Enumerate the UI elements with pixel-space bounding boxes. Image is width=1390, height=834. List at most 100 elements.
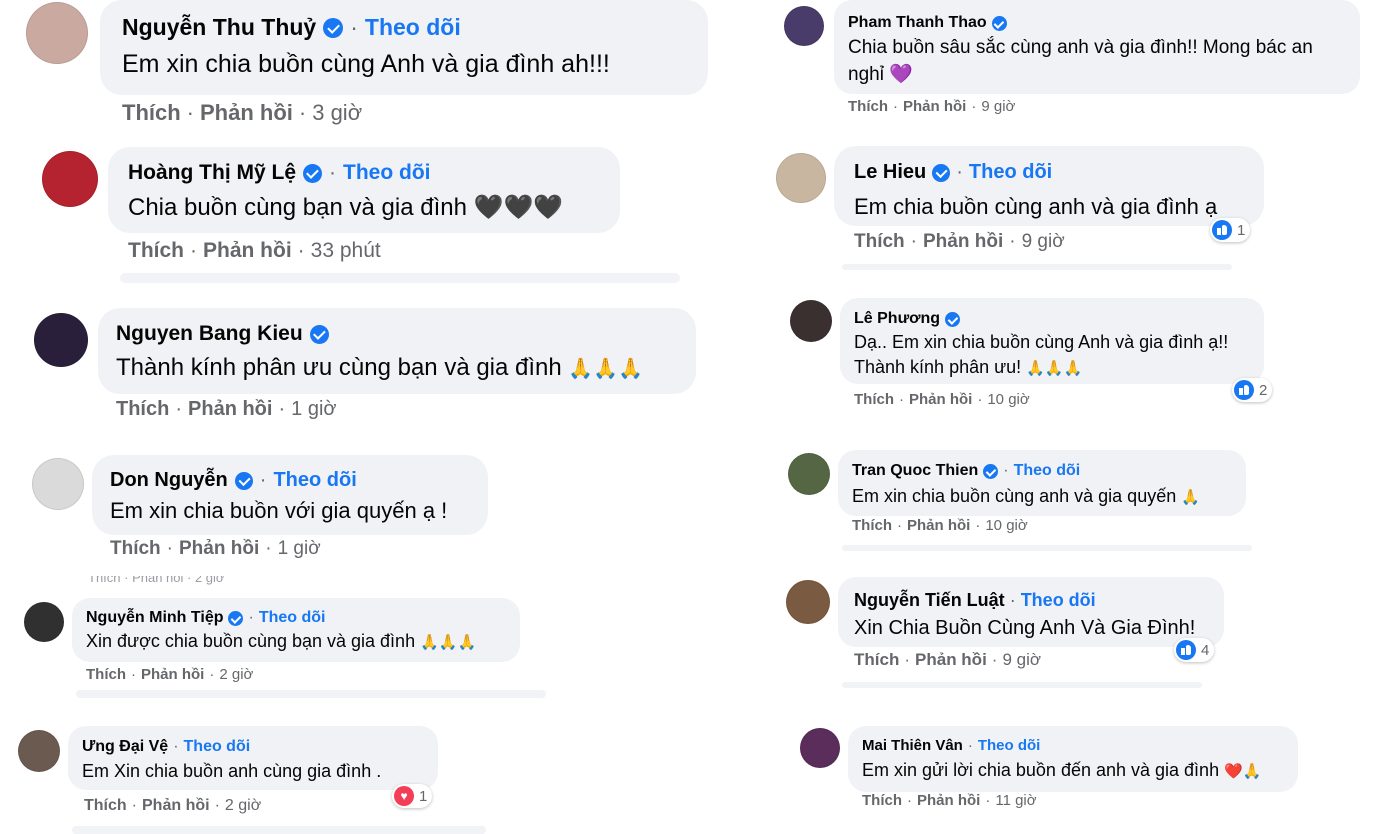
author-name[interactable]: Le Hieu	[854, 161, 926, 184]
timestamp[interactable]: 3 giờ	[312, 100, 362, 126]
avatar[interactable]	[34, 313, 88, 367]
comment-text-body: Xin được chia buồn cùng bạn và gia đình	[86, 631, 416, 651]
follow-button[interactable]: Theo dõi	[273, 469, 356, 492]
like-button[interactable]: Thích	[84, 797, 127, 815]
reply-button[interactable]: Phản hồi	[915, 650, 987, 670]
timestamp[interactable]: 2 giờ	[219, 666, 253, 683]
like-button[interactable]: Thích	[854, 391, 894, 408]
reply-button[interactable]: Phản hồi	[909, 391, 972, 408]
like-button[interactable]: Thích	[854, 231, 905, 253]
separator-dot: ·	[265, 538, 272, 559]
comment-actions: Thích · Phản hồi · 2 giờ	[84, 797, 261, 815]
author-name[interactable]: Nguyễn Tiến Luật	[854, 590, 1005, 611]
author-row: Hoàng Thị Mỹ Lệ · Theo dõi	[128, 161, 431, 185]
comment-bubble: Lê Phương Dạ.. Em xin chia buồn cùng Anh…	[840, 298, 1264, 384]
author-name[interactable]: Hoàng Thị Mỹ Lệ	[128, 161, 296, 185]
avatar[interactable]	[26, 2, 88, 64]
reply-button[interactable]: Phản hồi	[923, 231, 1003, 253]
separator-dot: ·	[259, 469, 267, 491]
separator-dot: ·	[173, 738, 179, 755]
reply-button[interactable]: Phản hồi	[907, 517, 970, 534]
comment-actions: Thích · Phản hồi · 1 giờ	[116, 398, 337, 421]
like-button[interactable]: Thích	[854, 650, 899, 670]
like-button[interactable]: Thích	[128, 239, 184, 263]
verified-badge-icon	[303, 163, 322, 183]
comment: Lê Phương Dạ.. Em xin chia buồn cùng Anh…	[770, 290, 1390, 420]
author-name[interactable]: Nguyễn Thu Thuỷ	[122, 14, 316, 41]
reply-button[interactable]: Phản hồi	[917, 792, 980, 809]
timestamp[interactable]: 1 giờ	[291, 398, 336, 421]
author-name[interactable]: Pham Thanh Thao	[848, 14, 987, 32]
author-name[interactable]: Ưng Đại Vệ	[82, 738, 168, 756]
timestamp[interactable]: 1 giờ	[278, 538, 321, 560]
avatar[interactable]	[800, 728, 840, 768]
like-button[interactable]: Thích	[862, 792, 902, 809]
avatar[interactable]	[42, 151, 98, 207]
avatar[interactable]	[18, 730, 60, 772]
separator-dot: ·	[910, 231, 917, 252]
timestamp[interactable]: 2 giờ	[225, 797, 261, 815]
avatar[interactable]	[790, 300, 832, 342]
heart-reaction-icon: ♥	[394, 786, 414, 806]
praying-hands-emoji-icon: 🙏🙏🙏	[568, 356, 644, 380]
separator-dot: ·	[166, 538, 173, 559]
timestamp[interactable]: 10 giờ	[987, 391, 1029, 408]
avatar[interactable]	[24, 602, 64, 642]
author-name[interactable]: Nguyen Bang Kieu	[116, 322, 303, 346]
timestamp[interactable]: 10 giờ	[985, 517, 1027, 534]
timestamp[interactable]: 11 giờ	[995, 792, 1036, 809]
separator-dot: ·	[329, 161, 336, 184]
like-button[interactable]: Thích	[852, 517, 892, 534]
like-button[interactable]: Thích	[110, 538, 161, 560]
timestamp[interactable]: 9 giờ	[1022, 231, 1065, 253]
reaction-count[interactable]: ♥ 1	[392, 784, 433, 808]
timestamp[interactable]: 9 giờ	[1002, 650, 1041, 670]
comment-text: Em xin chia buồn với gia quyến ạ !	[110, 498, 448, 523]
reaction-count[interactable]: 4	[1174, 638, 1215, 662]
follow-button[interactable]: Theo dõi	[969, 161, 1052, 184]
author-name[interactable]: Don Nguyễn	[110, 469, 228, 492]
author-name[interactable]: Tran Quoc Thien	[852, 462, 978, 480]
reply-button[interactable]: Phản hồi	[203, 239, 292, 263]
reply-button[interactable]: Phản hồi	[141, 666, 204, 683]
follow-button[interactable]: Theo dõi	[1021, 590, 1096, 611]
avatar[interactable]	[776, 153, 826, 203]
reply-button[interactable]: Phản hồi	[200, 100, 293, 126]
comment-actions: Thích · Phản hồi · 11 giờ	[862, 792, 1037, 809]
reaction-count[interactable]: 1	[1210, 218, 1251, 242]
avatar[interactable]	[786, 580, 830, 624]
verified-badge-icon	[983, 463, 999, 479]
reply-button[interactable]: Phản hồi	[142, 797, 210, 815]
author-row: Le Hieu · Theo dõi	[854, 161, 1052, 184]
reply-button[interactable]: Phản hồi	[179, 538, 259, 560]
like-button[interactable]: Thích	[86, 666, 126, 683]
verified-badge-icon	[991, 15, 1007, 31]
comment-text: Em chia buồn cùng anh và gia đình ạ	[854, 194, 1218, 219]
comment-bubble: Don Nguyễn · Theo dõi Em xin chia buồn v…	[92, 455, 488, 535]
author-name[interactable]: Lê Phương	[854, 310, 940, 328]
timestamp[interactable]: 9 giờ	[981, 98, 1015, 115]
like-button[interactable]: Thích	[116, 398, 169, 421]
follow-button[interactable]: Theo dõi	[343, 161, 431, 185]
follow-button[interactable]: Theo dõi	[259, 609, 326, 627]
follow-button[interactable]: Theo dõi	[184, 738, 251, 756]
reaction-count[interactable]: 2	[1232, 378, 1273, 402]
avatar[interactable]	[788, 453, 830, 495]
partial-reply-bubble	[842, 264, 1232, 270]
avatar[interactable]	[32, 458, 84, 510]
follow-button[interactable]: Theo dõi	[1014, 462, 1081, 480]
timestamp[interactable]: 33 phút	[311, 239, 381, 263]
author-name[interactable]: Nguyễn Minh Tiệp	[86, 609, 223, 627]
avatar[interactable]	[784, 6, 824, 46]
comment-text: Xin Chia Buồn Cùng Anh Và Gia Đình!	[854, 617, 1196, 639]
comment-bubble: Pham Thanh Thao Chia buồn sâu sắc cùng a…	[834, 0, 1360, 94]
like-button[interactable]: Thích	[122, 100, 181, 126]
like-button[interactable]: Thích	[848, 98, 888, 115]
follow-button[interactable]: Theo dõi	[365, 14, 461, 41]
author-name[interactable]: Mai Thiên Vân	[862, 737, 963, 754]
comment-text: Dạ.. Em xin chia buồn cùng Anh và gia đì…	[854, 332, 1229, 352]
follow-button[interactable]: Theo dõi	[978, 737, 1041, 754]
reply-button[interactable]: Phản hồi	[903, 98, 966, 115]
separator-dot: ·	[907, 792, 912, 809]
reply-button[interactable]: Phản hồi	[188, 398, 272, 421]
